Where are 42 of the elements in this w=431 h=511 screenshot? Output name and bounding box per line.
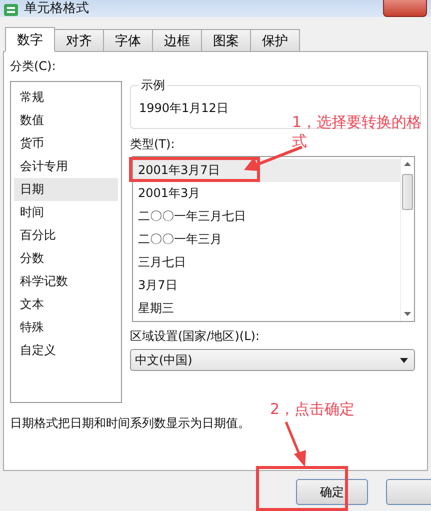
category-item[interactable]: 特殊	[14, 316, 118, 339]
close-button[interactable]	[383, 0, 427, 17]
tab[interactable]: 字体	[103, 29, 153, 52]
category-item[interactable]: 数值	[14, 109, 118, 132]
ok-button[interactable]: 确定	[296, 479, 368, 505]
type-item[interactable]: 3月7日	[133, 274, 400, 297]
scrollbar[interactable]	[400, 157, 414, 321]
tab[interactable]: 图案	[201, 29, 251, 52]
category-item[interactable]: 百分比	[14, 224, 118, 247]
category-item[interactable]: 货币	[14, 132, 118, 155]
category-item[interactable]: 常规	[14, 86, 118, 109]
type-item[interactable]: 二〇〇一年三月七日	[133, 205, 400, 228]
tab[interactable]: 对齐	[54, 29, 104, 52]
dropdown-arrow-icon	[400, 358, 408, 362]
annotation-text: 1，选择要转换的格式	[292, 113, 423, 151]
tab[interactable]: 保护	[250, 29, 300, 52]
category-item[interactable]: 会计专用	[14, 155, 118, 178]
sample-legend: 示例	[139, 77, 167, 94]
description-text: 日期格式把日期和时间系列数显示为日期值。	[10, 415, 251, 432]
app-icon	[4, 4, 18, 16]
locale-label: 区域设置(国家/地区)(L):	[130, 328, 260, 345]
type-label: 类型(T):	[130, 136, 175, 153]
category-item[interactable]: 文本	[14, 293, 118, 316]
sample-value: 1990年1月12日	[139, 101, 228, 115]
category-label: 分类(C):	[10, 58, 56, 75]
scroll-thumb[interactable]	[402, 174, 413, 210]
category-item[interactable]: 分数	[14, 247, 118, 270]
type-item[interactable]: 2001年3月	[133, 182, 400, 205]
type-item[interactable]: 星期三	[133, 297, 400, 320]
locale-dropdown[interactable]: 中文(中国)	[130, 349, 415, 371]
category-item[interactable]: 科学记数	[14, 270, 118, 293]
window-title: 单元格格式	[24, 1, 89, 17]
type-item[interactable]: 三月七日	[133, 251, 400, 274]
tab[interactable]: 边框	[152, 29, 202, 52]
type-item[interactable]: 二〇〇一年三月	[133, 228, 400, 251]
annotation-text: 2，点击确定	[270, 400, 355, 419]
category-item[interactable]: 自定义	[14, 339, 118, 362]
scroll-up-icon[interactable]	[404, 162, 411, 166]
tab[interactable]: 数字	[5, 27, 55, 52]
category-item[interactable]: 时间	[14, 201, 118, 224]
category-item[interactable]: 日期	[14, 178, 118, 201]
scroll-down-icon[interactable]	[404, 312, 411, 316]
